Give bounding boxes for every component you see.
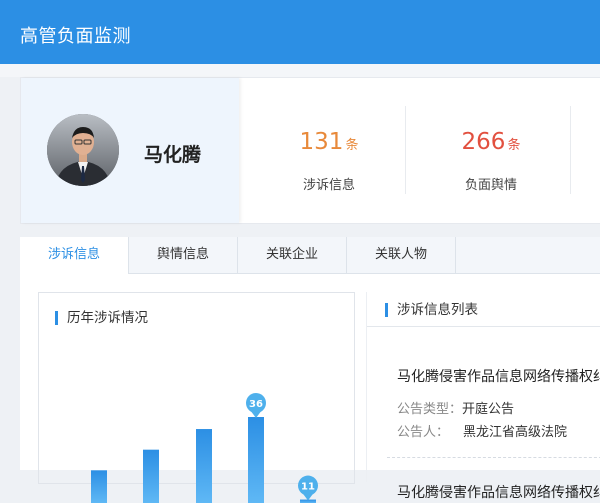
chart-bar bbox=[196, 429, 212, 503]
header-spacer bbox=[0, 64, 600, 77]
tab-related-people[interactable]: 关联人物 bbox=[347, 237, 456, 273]
stat-litigation-label: 涉诉信息 bbox=[302, 178, 355, 193]
list-item-title[interactable]: 马化腾侵害作品信息网络传播权纠 bbox=[397, 366, 600, 386]
stat-negative-label: 负面舆情 bbox=[464, 178, 517, 193]
type-label: 公告类型： bbox=[397, 402, 463, 417]
stat-divider bbox=[570, 106, 571, 194]
tab-content: 历年涉诉情况 36 11 涉诉信息列表 马化腾侵害作品信息网络传播权纠 公告类型：… bbox=[20, 274, 600, 503]
avatar bbox=[47, 114, 119, 186]
chart-panel-title: 历年涉诉情况 bbox=[55, 311, 148, 325]
list-divider bbox=[387, 457, 600, 458]
stat-negative-value: 266 bbox=[461, 129, 506, 155]
chart-data-label: 11 bbox=[298, 475, 318, 501]
type-value: 开庭公告 bbox=[462, 402, 515, 417]
stat-divider bbox=[405, 106, 406, 194]
tab-sentiment[interactable]: 舆情信息 bbox=[129, 237, 238, 273]
profile-summary: 马化腾 bbox=[21, 78, 239, 223]
chart-bar bbox=[91, 470, 107, 503]
stat-litigation-value: 131 bbox=[299, 129, 344, 155]
tab-litigation[interactable]: 涉诉信息 bbox=[20, 237, 129, 274]
list-item-title[interactable]: 马化腾侵害作品信息网络传播权纠 bbox=[397, 482, 600, 502]
executive-profile-card: 马化腾 131 条 涉诉信息 266 条 负面舆情 bbox=[20, 77, 600, 224]
stat-litigation[interactable]: 131 条 涉诉信息 bbox=[259, 128, 399, 193]
detail-tabs: 涉诉信息 舆情信息 关联企业 关联人物 bbox=[20, 237, 600, 274]
litigation-bar-chart: 36 11 bbox=[91, 393, 318, 503]
list-item-type: 公告类型：开庭公告 bbox=[397, 398, 514, 417]
chart-data-label-text: 36 bbox=[249, 399, 263, 410]
list-item-party: 公告人： 黑龙江省高级法院 bbox=[397, 421, 567, 440]
list-panel-header: 涉诉信息列表 bbox=[367, 292, 600, 327]
stat-negative-unit: 条 bbox=[507, 138, 521, 153]
party-value: 黑龙江省高级法院 bbox=[463, 425, 568, 440]
chart-data-label: 36 bbox=[246, 393, 266, 418]
stat-negative-sentiment[interactable]: 266 条 负面舆情 bbox=[421, 128, 561, 193]
app-header: 高管负面监测 bbox=[0, 0, 600, 64]
page-title: 高管负面监测 bbox=[20, 26, 131, 47]
executive-name: 马化腾 bbox=[144, 144, 202, 166]
chart-bar bbox=[143, 449, 159, 503]
chart-data-label-text: 11 bbox=[301, 482, 315, 493]
stat-litigation-unit: 条 bbox=[345, 138, 359, 153]
avatar-photo-icon bbox=[47, 114, 119, 186]
chart-bar bbox=[248, 417, 264, 503]
party-label: 公告人： bbox=[397, 425, 450, 440]
litigation-list-panel: 涉诉信息列表 马化腾侵害作品信息网络传播权纠 公告类型：开庭公告 公告人： 黑龙江… bbox=[366, 292, 600, 501]
tab-related-companies[interactable]: 关联企业 bbox=[238, 237, 347, 273]
chart-panel: 历年涉诉情况 36 11 bbox=[38, 292, 355, 503]
list-panel-title: 涉诉信息列表 bbox=[385, 303, 478, 317]
